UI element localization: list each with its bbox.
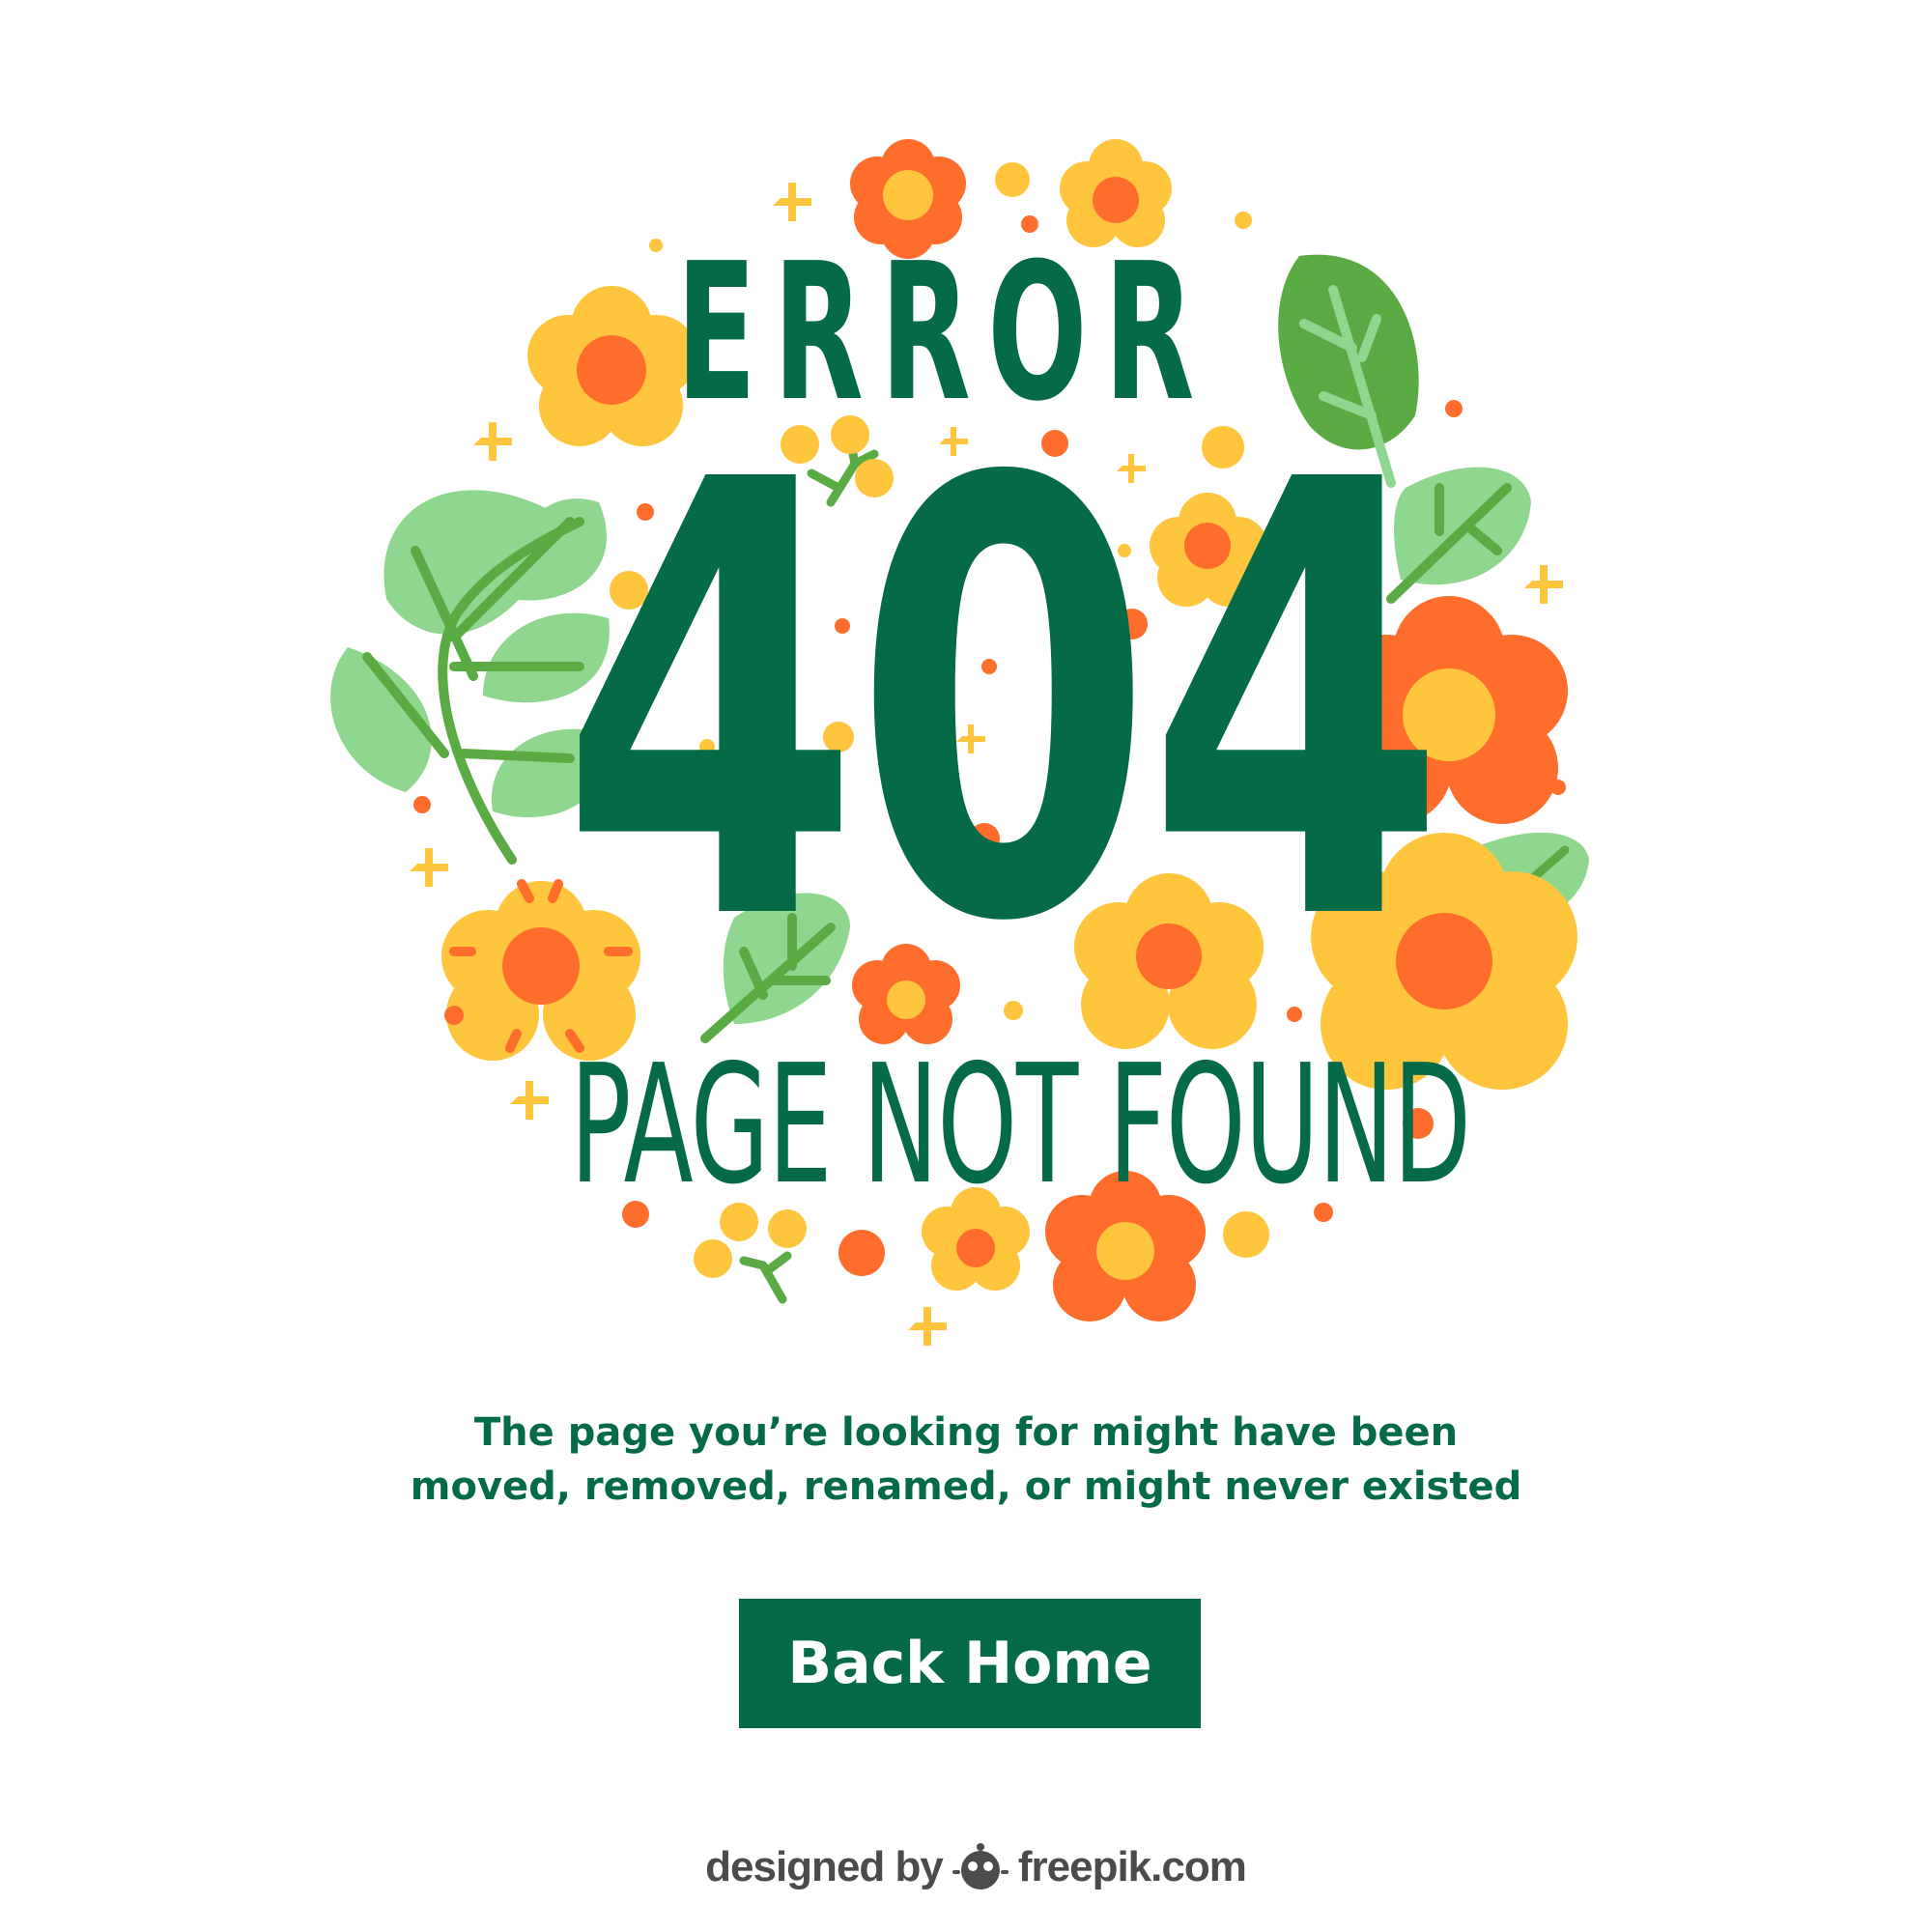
freepik-brand-text: freepik.com bbox=[1017, 1843, 1247, 1890]
error-code: 404 bbox=[560, 356, 1446, 1053]
error-description-line-1: The page you’re looking for might have b… bbox=[473, 1410, 1459, 1455]
back-home-button[interactable]: Back Home bbox=[739, 1599, 1201, 1728]
error-description: The page you’re looking for might have b… bbox=[290, 1406, 1642, 1514]
freepik-credit: designed by freepik.com bbox=[676, 1833, 1275, 1901]
designed-by-text: designed by bbox=[705, 1843, 944, 1890]
page-not-found-heading: PAGE NOT FOUND bbox=[570, 1030, 1471, 1221]
error-description-line-2: moved, removed, renamed, or might never … bbox=[410, 1464, 1522, 1509]
freepik-logo-icon bbox=[952, 1843, 1009, 1889]
